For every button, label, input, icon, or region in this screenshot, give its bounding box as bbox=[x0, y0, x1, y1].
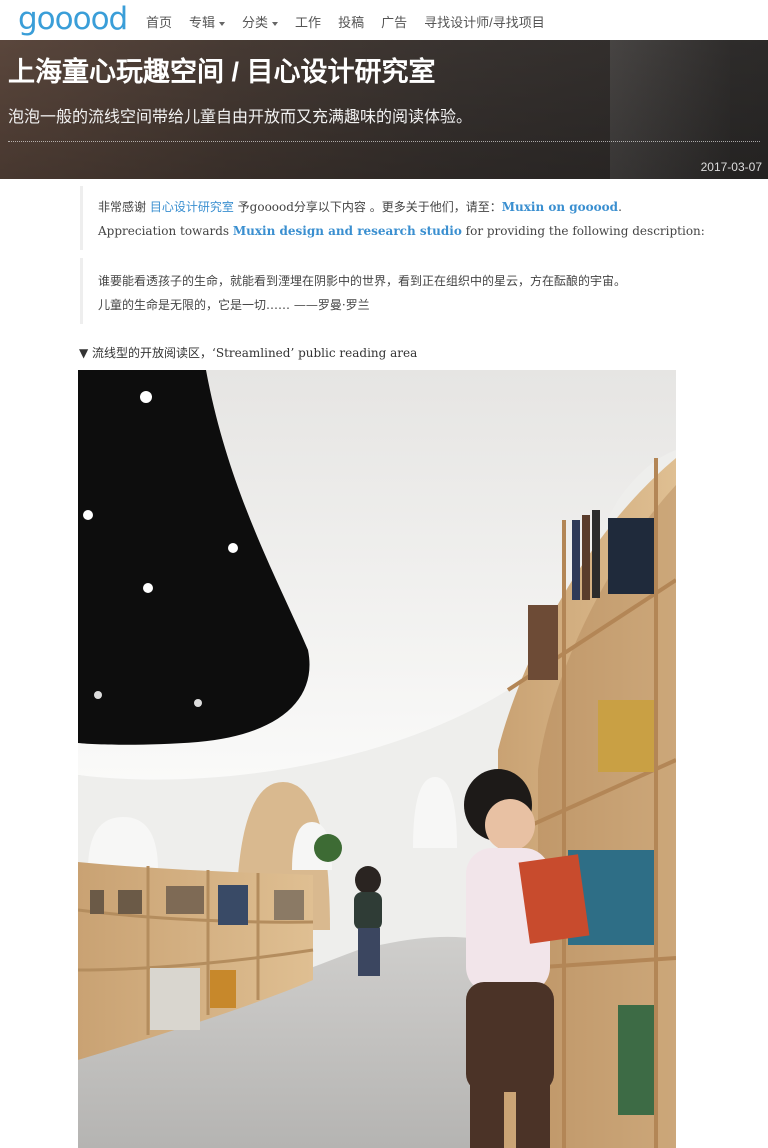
gooood-profile-link[interactable]: Muxin on gooood bbox=[502, 200, 618, 214]
image-caption: ▼ 流线型的开放阅读区，‘Streamlined’ public reading… bbox=[79, 346, 418, 360]
credits-cn: 非常感谢 目心设计研究室 予gooood分享以下内容 。更多关于他们，请至：Mu… bbox=[98, 200, 622, 214]
nav-item-ads[interactable]: 广告 bbox=[381, 12, 407, 31]
page-title: 上海童心玩趣空间 / 目心设计研究室 bbox=[8, 57, 436, 87]
nav-item-albums-label: 专辑 bbox=[189, 15, 216, 30]
nav-item-albums[interactable]: 专辑 bbox=[189, 12, 226, 31]
quote-line-1: 谁要能看透孩子的生命，就能看到湮埋在阴影中的世界，看到正在组织中的星云，方在酝酿… bbox=[98, 274, 627, 288]
site-logo[interactable]: gooood bbox=[18, 1, 128, 37]
divider bbox=[8, 141, 760, 142]
publish-date: 2017-03-07 bbox=[700, 160, 762, 174]
nav-item-categories[interactable]: 分类 bbox=[242, 12, 279, 31]
nav-item-home[interactable]: 首页 bbox=[146, 12, 172, 31]
article-header: 上海童心玩趣空间 / 目心设计研究室 泡泡一般的流线空间带给儿童自由开放而又充满… bbox=[0, 40, 768, 179]
main-menu: 首页 专辑 分类 工作 投稿 广告 寻找设计师/寻找项目 bbox=[146, 12, 562, 31]
page-subtitle: 泡泡一般的流线空间带给儿童自由开放而又充满趣味的阅读体验。 bbox=[8, 109, 473, 126]
studio-link-en[interactable]: Muxin design and research studio bbox=[233, 224, 462, 238]
quote-block: 谁要能看透孩子的生命，就能看到湮埋在阴影中的世界，看到正在组织中的星云，方在酝酿… bbox=[80, 258, 683, 324]
nav-item-jobs[interactable]: 工作 bbox=[295, 12, 321, 31]
credits-en: Appreciation towards Muxin design and re… bbox=[98, 224, 705, 238]
studio-link-cn[interactable]: 目心设计研究室 bbox=[150, 200, 234, 214]
chevron-down-icon bbox=[272, 21, 279, 26]
quote-line-2: 儿童的生命是无限的，它是一切…… ——罗曼·罗兰 bbox=[98, 298, 370, 312]
chevron-down-icon bbox=[219, 21, 226, 26]
nav-item-find-designer[interactable]: 寻找设计师/寻找项目 bbox=[424, 12, 545, 31]
nav-item-submit[interactable]: 投稿 bbox=[338, 12, 364, 31]
nav-item-categories-label: 分类 bbox=[242, 15, 269, 30]
article-photo[interactable] bbox=[78, 370, 676, 1148]
top-nav: gooood 首页 专辑 分类 工作 投稿 广告 寻找设计师/寻找项目 bbox=[0, 0, 768, 40]
credits-quote: 非常感谢 目心设计研究室 予gooood分享以下内容 。更多关于他们，请至：Mu… bbox=[80, 186, 705, 250]
